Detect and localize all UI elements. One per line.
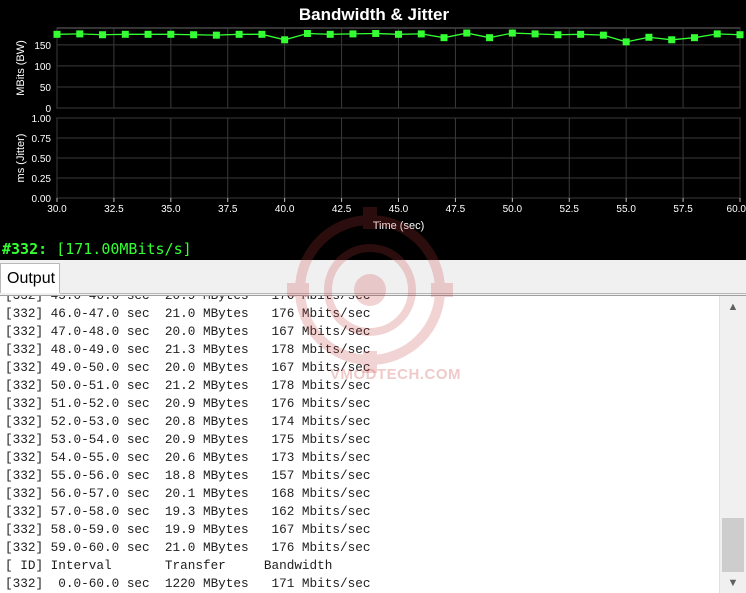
bandwidth-data-point — [599, 31, 607, 39]
x-tick-label: 35.0 — [161, 204, 181, 215]
bandwidth-data-point — [713, 30, 721, 38]
console-line: [332] 55.0-56.0 sec 18.8 MBytes 157 Mbit… — [5, 468, 371, 483]
bandwidth-jitter-chart: Bandwidth & Jitter050100150MBits (BW)0.0… — [15, 5, 746, 232]
bandwidth-data-point — [690, 34, 698, 42]
bandwidth-data-point — [167, 30, 175, 38]
console-line: [332] 48.0-49.0 sec 21.3 MBytes 178 Mbit… — [5, 342, 371, 357]
bandwidth-data-point — [53, 30, 61, 38]
console-line: [332] 0.0-60.0 sec 1220 MBytes 171 Mbits… — [5, 576, 371, 591]
bandwidth-data-point — [281, 36, 289, 44]
bandwidth-data-point — [76, 30, 84, 38]
bandwidth-data-point — [417, 30, 425, 38]
tab-output-label: Output — [7, 270, 56, 287]
bandwidth-y-tick-label: 150 — [34, 41, 51, 52]
jitter-y-tick-label: 0.75 — [32, 134, 52, 145]
console-line: [332] 50.0-51.0 sec 21.2 MBytes 178 Mbit… — [5, 378, 371, 393]
console-line: [332] 46.0-47.0 sec 21.0 MBytes 176 Mbit… — [5, 306, 371, 321]
bandwidth-data-point — [668, 36, 676, 44]
bandwidth-data-point — [622, 38, 630, 46]
scrollbar-thumb[interactable] — [722, 518, 744, 572]
stream-rate: [171.00MBits/s] — [56, 240, 192, 258]
bandwidth-data-point — [645, 33, 653, 41]
x-tick-label: 30.0 — [47, 204, 67, 215]
vertical-scrollbar[interactable]: ▲ ▼ — [719, 296, 746, 593]
console-line: [332] 45.0-46.0 sec 20.9 MBytes 176 Mbit… — [5, 295, 371, 303]
tab-output[interactable]: Output — [0, 263, 60, 293]
x-axis-label: Time (sec) — [373, 220, 425, 232]
tab-strip-divider — [60, 293, 746, 294]
bandwidth-data-point — [99, 31, 107, 39]
console-line: [ ID] Interval Transfer Bandwidth — [5, 558, 333, 573]
bandwidth-data-point — [486, 34, 494, 42]
bandwidth-data-point — [440, 34, 448, 42]
console-line: [332] 49.0-50.0 sec 20.0 MBytes 167 Mbit… — [5, 360, 371, 375]
console-line: [332] 53.0-54.0 sec 20.9 MBytes 175 Mbit… — [5, 432, 371, 447]
console-line: [332] 52.0-53.0 sec 20.8 MBytes 174 Mbit… — [5, 414, 371, 429]
x-tick-label: 50.0 — [503, 204, 523, 215]
x-tick-label: 40.0 — [275, 204, 295, 215]
jitter-y-axis-label: ms (Jitter) — [15, 134, 27, 183]
bandwidth-data-point — [121, 30, 129, 38]
jitter-y-tick-label: 0.50 — [32, 154, 52, 165]
x-tick-label: 52.5 — [560, 204, 580, 215]
console-lines: [332] 45.0-46.0 sec 20.9 MBytes 176 Mbit… — [5, 295, 717, 593]
bandwidth-data-point — [144, 30, 152, 38]
bandwidth-data-point — [303, 29, 311, 37]
bandwidth-data-point — [577, 30, 585, 38]
chevron-up-icon[interactable]: ▲ — [720, 296, 746, 318]
bandwidth-data-point — [395, 30, 402, 38]
bandwidth-y-tick-label: 100 — [34, 62, 51, 73]
bandwidth-data-point — [463, 29, 471, 37]
bandwidth-data-point — [235, 30, 243, 38]
x-tick-label: 60.0 — [727, 204, 746, 215]
x-tick-label: 37.5 — [218, 204, 238, 215]
graph-panel: Bandwidth & Jitter 0 50 100 150 MBits (BW) 0.0… — [0, 0, 746, 260]
bandwidth-data-point — [508, 29, 516, 37]
x-tick-label: 55.0 — [616, 204, 636, 215]
x-tick-label: 45.0 — [389, 204, 409, 215]
bandwidth-y-axis-label: MBits (BW) — [15, 40, 27, 96]
console-line: [332] 54.0-55.0 sec 20.6 MBytes 173 Mbit… — [5, 450, 371, 465]
console-line: [332] 51.0-52.0 sec 20.9 MBytes 176 Mbit… — [5, 396, 371, 411]
jitter-y-tick-label: 1.00 — [32, 114, 52, 125]
console-line: [332] 47.0-48.0 sec 20.0 MBytes 167 Mbit… — [5, 324, 371, 339]
bandwidth-data-point — [326, 30, 334, 38]
bandwidth-data-point — [531, 30, 539, 38]
bandwidth-data-point — [190, 31, 198, 39]
jitter-y-tick-label: 0.25 — [32, 174, 52, 185]
output-panel: Output [332] 45.0-46.0 sec 20.9 MBytes 1… — [0, 260, 746, 593]
x-tick-label: 42.5 — [332, 204, 352, 215]
console-line: [332] 58.0-59.0 sec 19.9 MBytes 167 Mbit… — [5, 522, 371, 537]
x-tick-label: 32.5 — [104, 204, 124, 215]
console-line: [332] 57.0-58.0 sec 19.3 MBytes 162 Mbit… — [5, 504, 371, 519]
bandwidth-data-point — [554, 31, 562, 39]
console-line: [332] 56.0-57.0 sec 20.1 MBytes 168 Mbit… — [5, 486, 371, 501]
stream-id: #332: — [2, 240, 48, 258]
chevron-down-icon[interactable]: ▼ — [720, 572, 746, 593]
bandwidth-data-point — [258, 30, 266, 38]
x-tick-label: 57.5 — [673, 204, 693, 215]
stream-rate-label: #332: [171.00MBits/s] — [2, 239, 192, 259]
bandwidth-y-tick-label: 50 — [40, 83, 52, 94]
chart-title: Bandwidth & Jitter — [299, 5, 450, 24]
bandwidth-data-point — [736, 31, 744, 39]
bandwidth-data-point — [212, 31, 220, 39]
bandwidth-data-point — [372, 29, 380, 37]
console-line: [332] 59.0-60.0 sec 21.0 MBytes 176 Mbit… — [5, 540, 371, 555]
output-console[interactable]: [332] 45.0-46.0 sec 20.9 MBytes 176 Mbit… — [0, 295, 746, 593]
x-tick-label: 47.5 — [446, 204, 466, 215]
bandwidth-data-point — [349, 30, 357, 38]
